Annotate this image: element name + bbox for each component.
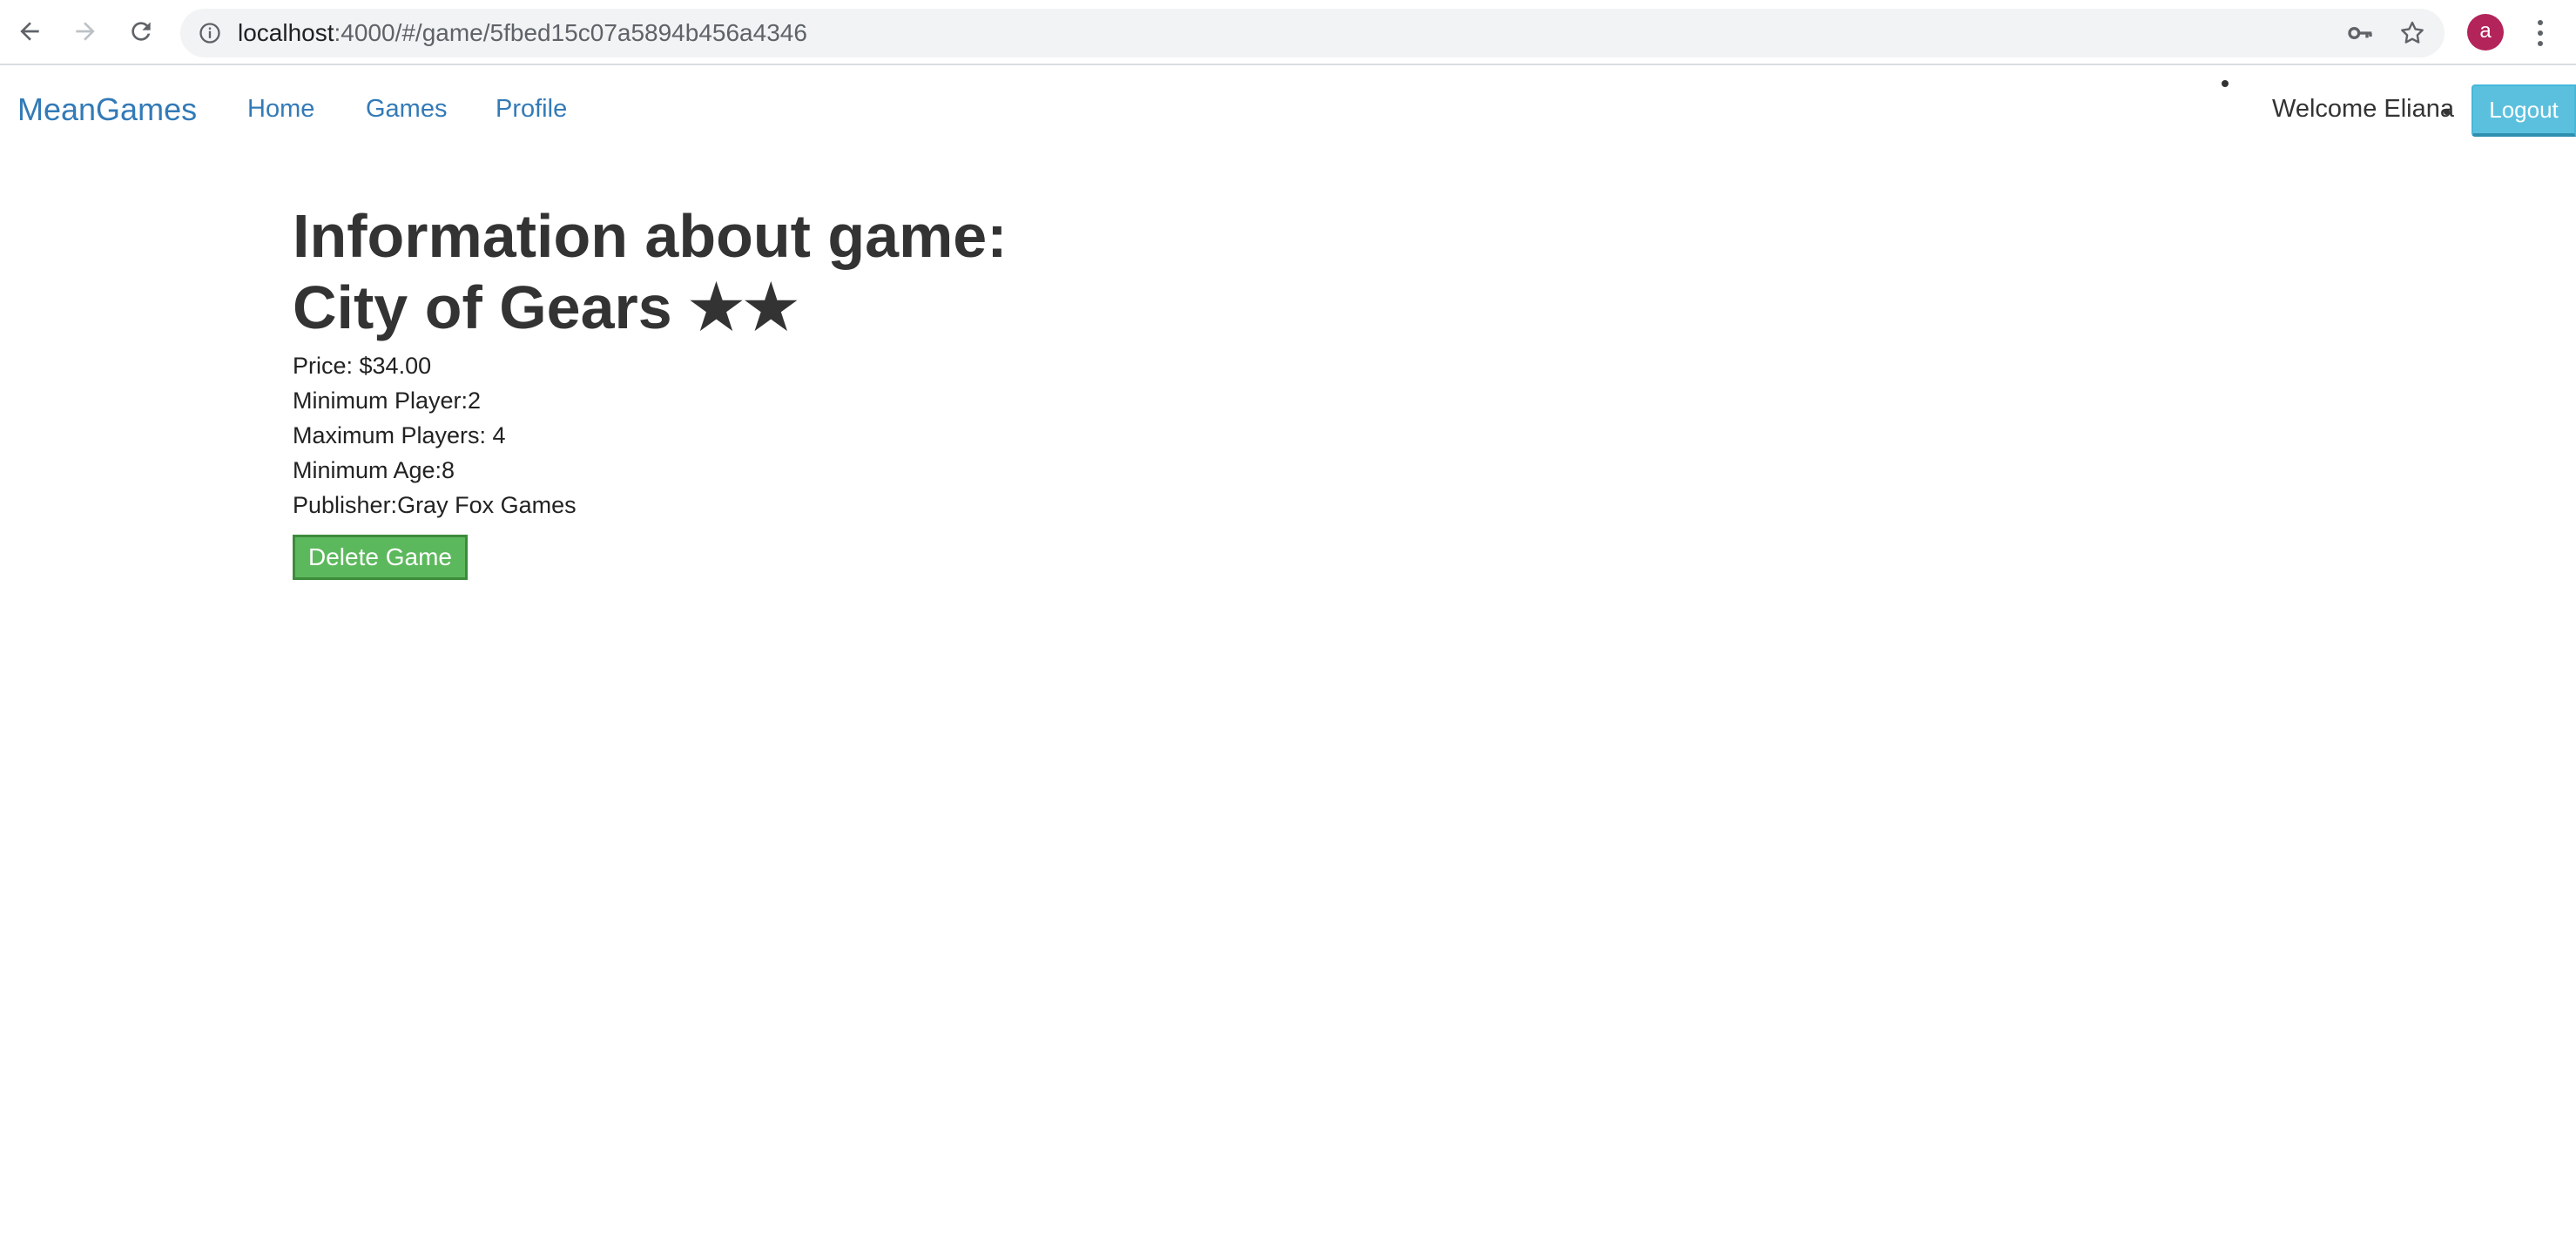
url-text[interactable]: localhost:4000/#/game/5fbed15c07a5894b45… [238,9,807,57]
url-host: localhost [238,19,334,46]
game-price: Price: $34.00 [293,353,432,379]
app-navbar: MeanGames Home Games Profile Welcome Eli… [0,65,2576,152]
rating-stars: ★★ [689,273,799,341]
nav-bullet [2222,80,2229,87]
url-path: :4000/#/game/5fbed15c07a5894b456a4346 [334,19,807,46]
game-title: City of Gears [293,273,672,341]
kebab-menu-icon[interactable] [2530,16,2551,51]
key-icon[interactable] [2346,19,2374,47]
nav-link-games[interactable]: Games [366,95,447,124]
welcome-text: Welcome Eliana [2272,95,2455,123]
game-min-players: Minimum Player:2 [293,388,482,414]
reload-icon [131,22,151,41]
game-min-age: Minimum Age:8 [293,457,455,483]
browser-toolbar: localhost:4000/#/game/5fbed15c07a5894b45… [0,0,2576,65]
details-list: Price: $34.00 Minimum Player:2 Maximum P… [293,348,1512,522]
address-bar[interactable]: localhost:4000/#/game/5fbed15c07a5894b45… [180,9,2445,57]
title-prefix: Information about game: [293,202,1008,270]
profile-avatar[interactable]: a [2467,14,2504,51]
back-button[interactable] [10,12,49,51]
info-icon[interactable] [198,21,222,45]
logout-button[interactable]: Logout [2471,84,2576,137]
page-title: Information about game: City of Gears ★★ [293,200,1512,343]
welcome-bullet [2444,109,2450,115]
game-max-players: Maximum Players: 4 [293,422,506,448]
reload-button[interactable] [122,12,160,51]
forward-button[interactable] [66,12,105,51]
nav-link-profile[interactable]: Profile [496,95,567,124]
delete-game-button[interactable]: Delete Game [293,535,468,580]
nav-link-home[interactable]: Home [247,95,314,124]
game-publisher: Publisher:Gray Fox Games [293,492,577,518]
arrow-right-icon [76,22,95,41]
brand-link[interactable]: MeanGames [17,91,197,128]
game-details: Information about game: City of Gears ★★… [293,200,1512,580]
arrow-left-icon [20,22,39,41]
star-icon[interactable] [2398,19,2426,47]
